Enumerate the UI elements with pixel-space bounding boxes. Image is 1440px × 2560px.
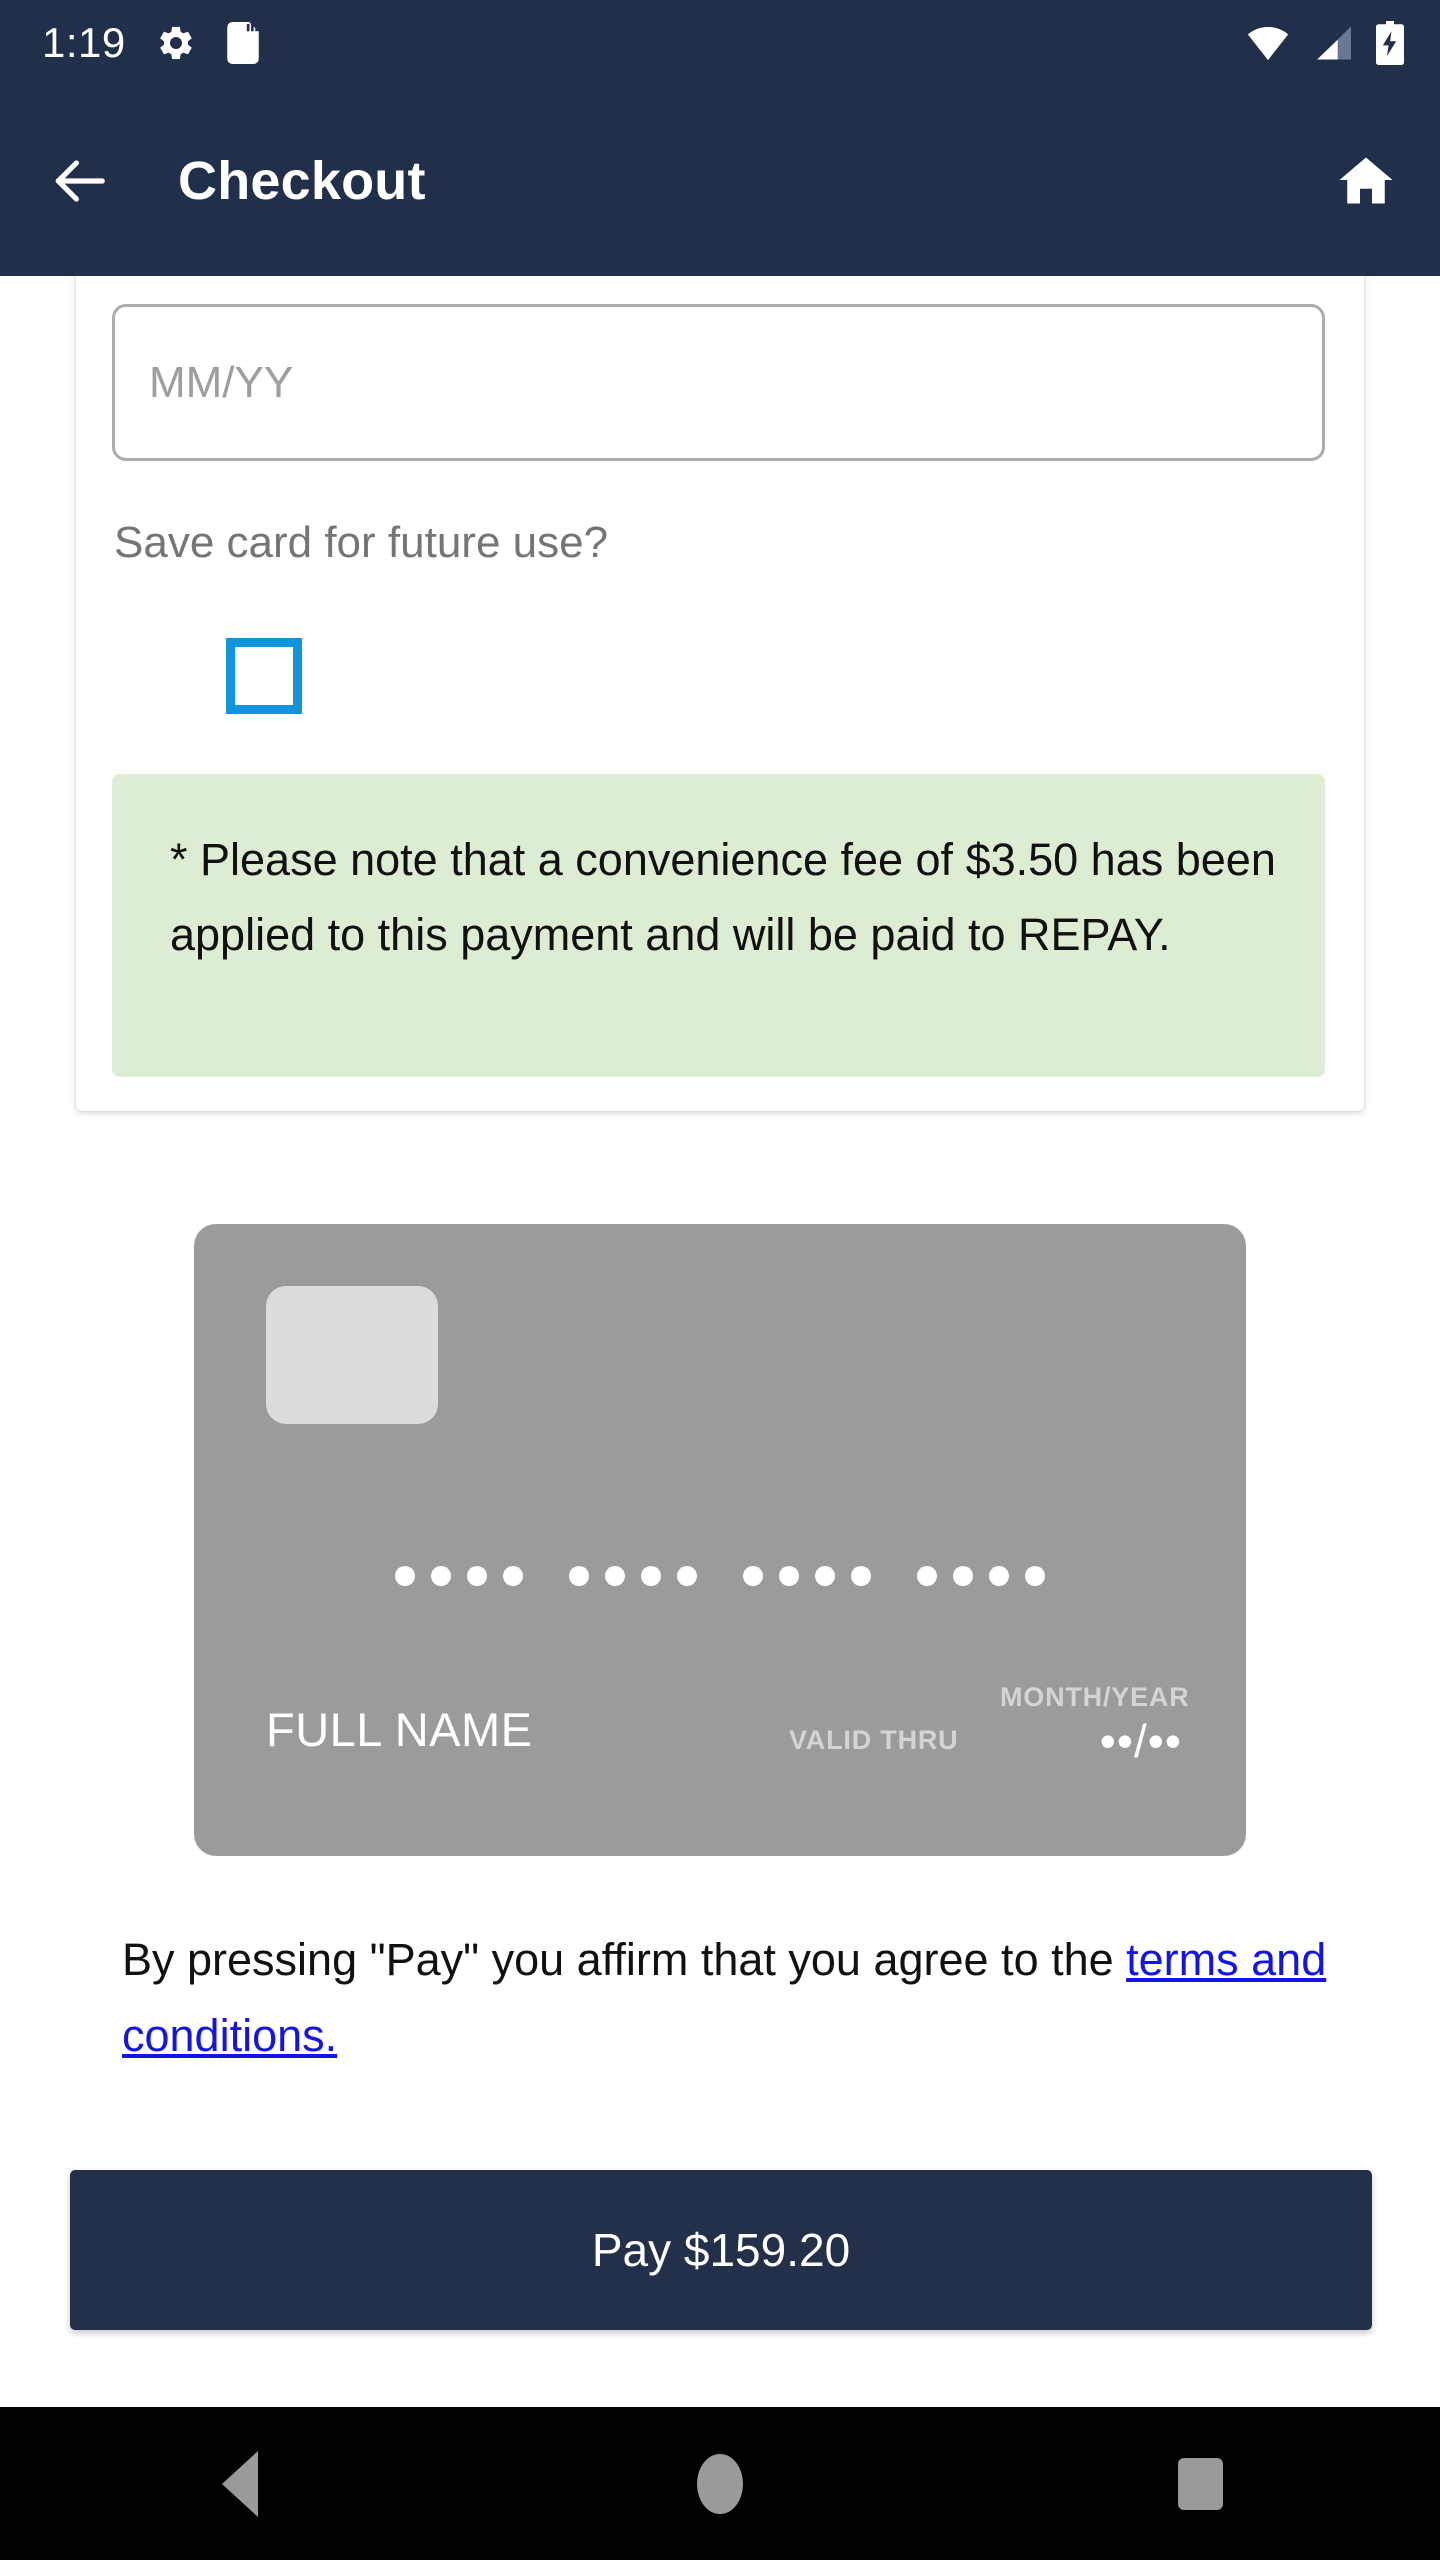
convenience-fee-notice-text: * Please note that a convenience fee of … <box>170 834 1276 960</box>
card-number-group <box>569 1566 697 1586</box>
save-card-label: Save card for future use? <box>114 518 609 567</box>
card-expiry-label: MONTH/YEAR <box>1000 1682 1190 1712</box>
sd-card-icon <box>226 22 260 64</box>
nav-home-circle-icon <box>697 2453 743 2514</box>
card-number-group <box>917 1566 1045 1586</box>
page-title: Checkout <box>178 151 426 211</box>
nav-back-triangle-icon <box>222 2450 258 2517</box>
terms-agreement-text: By pressing "Pay" you affirm that you ag… <box>122 1922 1332 2074</box>
save-card-checkbox[interactable] <box>226 638 302 714</box>
app-bar: Checkout <box>0 86 1440 276</box>
battery-charging-icon <box>1376 21 1404 65</box>
checkout-scroll-content[interactable]: Save card for future use? * Please note … <box>0 276 1440 2407</box>
card-valid-thru-label: VALID THRU <box>789 1725 959 1755</box>
expiry-date-input[interactable] <box>112 304 1325 461</box>
pay-button[interactable]: Pay $159.20 <box>70 2170 1372 2330</box>
status-bar-left: 1:19 <box>42 22 260 64</box>
credit-card-preview: FULL NAME VALID THRU MONTH/YEAR ••/•• <box>194 1224 1246 1856</box>
card-number-group <box>743 1566 871 1586</box>
card-number-group <box>395 1566 523 1586</box>
card-number-masked <box>194 1566 1246 1586</box>
status-bar: 1:19 <box>0 0 1440 86</box>
nav-recents-button[interactable] <box>1125 2407 1275 2560</box>
wifi-icon <box>1246 25 1290 61</box>
terms-prefix: By pressing "Pay" you affirm that you ag… <box>122 1934 1127 1985</box>
cellular-signal-icon <box>1312 25 1354 61</box>
nav-back-button[interactable] <box>165 2407 315 2560</box>
back-arrow-icon[interactable] <box>48 150 110 212</box>
android-nav-bar <box>0 2407 1440 2560</box>
card-chip-icon <box>266 1286 438 1424</box>
convenience-fee-notice: * Please note that a convenience fee of … <box>112 774 1325 1077</box>
status-bar-right <box>1246 21 1404 65</box>
nav-home-button[interactable] <box>645 2407 795 2560</box>
settings-gear-icon <box>156 23 196 63</box>
card-holder-name: FULL NAME <box>266 1703 533 1756</box>
status-bar-clock: 1:19 <box>42 19 126 66</box>
payment-form-card: Save card for future use? * Please note … <box>76 276 1364 1111</box>
home-icon[interactable] <box>1336 151 1396 211</box>
nav-recents-square-icon <box>1177 2457 1223 2510</box>
card-expiry-value: ••/•• <box>1099 1715 1182 1767</box>
